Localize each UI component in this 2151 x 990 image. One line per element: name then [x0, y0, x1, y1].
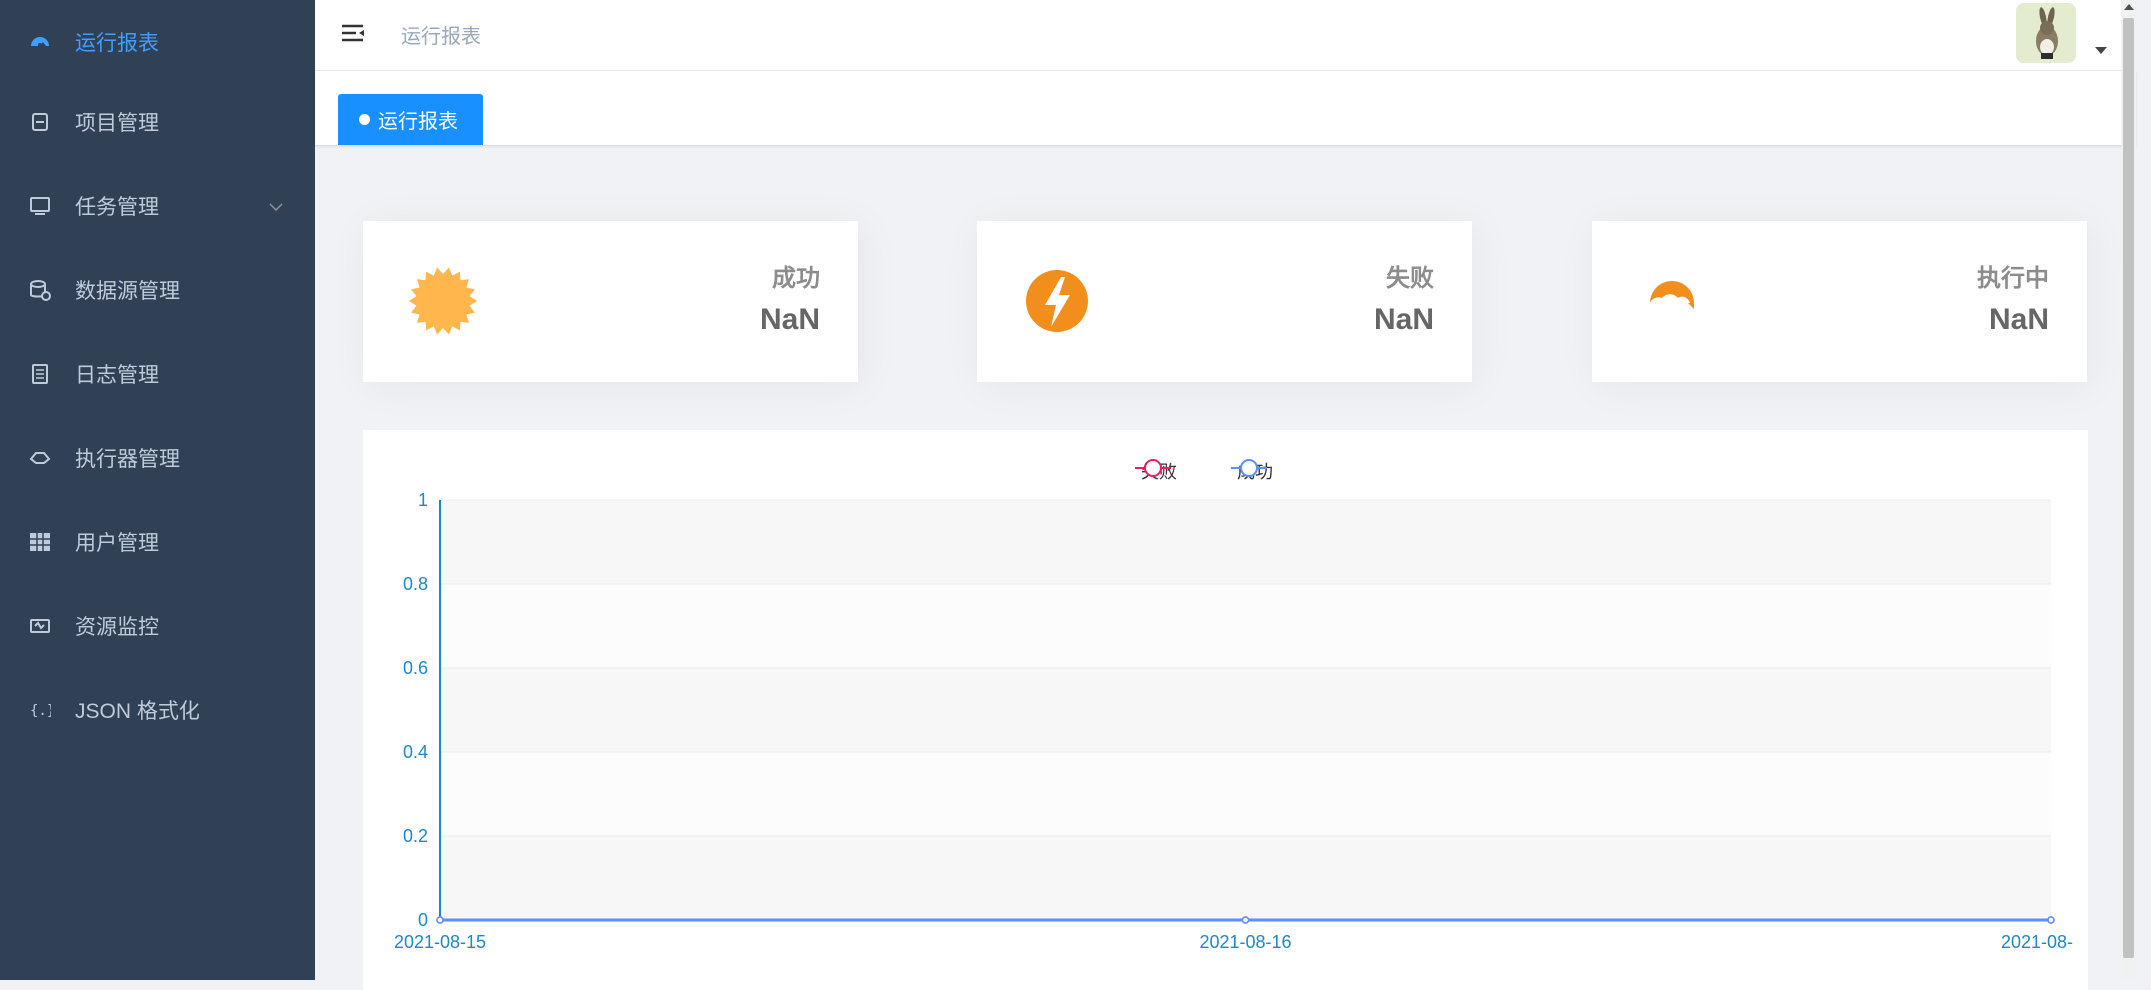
project-icon — [28, 110, 52, 134]
grid-band — [440, 836, 2051, 920]
active-dot-icon — [359, 114, 370, 125]
sidebar: 运行报表 项目管理 任务管理 数据源管理 日志管理 执行器管理 用户管理 资源监… — [0, 0, 315, 980]
sidebar-item-executors[interactable]: 执行器管理 — [0, 416, 315, 500]
main-content: 运行报表 运行报表 成功 NaN 失败 NaN 执行中 NaN 0 0.2 0.… — [315, 0, 2136, 990]
chevron-down-icon[interactable] — [269, 194, 283, 218]
sidebar-item-label: JSON 格式化 — [75, 700, 200, 723]
sidebar-item-label: 日志管理 — [75, 364, 159, 387]
sidebar-item-label: 用户管理 — [75, 532, 159, 555]
sidebar-item-label: 项目管理 — [75, 112, 159, 135]
data-point — [2047, 916, 2055, 924]
stat-card-running[interactable]: 执行中 NaN — [1592, 221, 2087, 382]
data-point — [436, 916, 444, 924]
y-tick-label: 0 — [418, 910, 428, 930]
y-tick-label: 0.2 — [403, 826, 428, 846]
scroll-thumb[interactable] — [2123, 18, 2134, 958]
monitor-resource-icon — [28, 614, 52, 638]
hamburger-icon[interactable] — [339, 20, 367, 48]
svg-text:{.}: {.} — [30, 703, 51, 719]
log-icon — [28, 362, 52, 386]
sidebar-item-label: 数据源管理 — [75, 280, 180, 303]
y-tick-label: 0.4 — [403, 742, 428, 762]
sidebar-item-datasource[interactable]: 数据源管理 — [0, 248, 315, 332]
sidebar-item-projects[interactable]: 项目管理 — [0, 80, 315, 164]
scroll-up-arrow-icon[interactable] — [2124, 4, 2134, 10]
y-tick-label: 0.6 — [403, 658, 428, 678]
card-value: NaN — [1988, 303, 2049, 336]
card-title: 失败 — [1386, 265, 1434, 292]
monitor-icon — [28, 194, 52, 218]
tag-dashboard[interactable]: 运行报表 — [338, 94, 483, 145]
sidebar-item-label: 执行器管理 — [75, 448, 180, 471]
avatar[interactable] — [2016, 3, 2076, 63]
breadcrumb: 运行报表 — [401, 26, 481, 48]
sunset-icon — [1636, 265, 1708, 337]
grid-band — [440, 584, 2051, 668]
sidebar-item-label: 任务管理 — [75, 196, 159, 219]
navbar: 运行报表 — [315, 0, 2136, 71]
sidebar-item-logs[interactable]: 日志管理 — [0, 332, 315, 416]
sidebar-item-dashboard[interactable]: 运行报表 — [0, 0, 315, 84]
x-tick-label: 2021-08- — [2001, 932, 2073, 952]
card-value: NaN — [1373, 303, 1434, 336]
x-tick-label: 2021-08-15 — [394, 932, 486, 952]
card-value: NaN — [759, 303, 820, 336]
caret-down-icon[interactable] — [2095, 42, 2107, 60]
table-icon — [28, 530, 52, 554]
grid-band — [440, 500, 2051, 584]
stat-card-failure[interactable]: 失败 NaN — [977, 221, 1472, 382]
json-icon: {.} — [28, 698, 52, 722]
executor-icon — [28, 446, 52, 470]
y-tick-label: 0.8 — [403, 574, 428, 594]
card-title: 执行中 — [1977, 265, 2049, 292]
scrollbar[interactable] — [2121, 0, 2136, 980]
sidebar-item-tasks[interactable]: 任务管理 — [0, 164, 315, 248]
grid-band — [440, 668, 2051, 752]
y-tick-label: 1 — [418, 490, 428, 510]
sun-icon — [407, 265, 479, 337]
sidebar-item-label: 运行报表 — [75, 32, 159, 55]
lightning-icon — [1021, 265, 1093, 337]
sidebar-item-users[interactable]: 用户管理 — [0, 500, 315, 584]
dashboard-icon — [28, 30, 52, 54]
chart-panel: 失败 成功 00.20.40.60.812021-08-152021-08-16… — [363, 430, 2088, 990]
data-point — [1241, 916, 1250, 924]
sidebar-item-label: 资源监控 — [75, 616, 159, 639]
grid-band — [440, 752, 2051, 836]
x-tick-label: 2021-08-16 — [1199, 932, 1291, 952]
database-icon — [28, 278, 52, 302]
sidebar-item-resource-monitor[interactable]: 资源监控 — [0, 584, 315, 668]
stat-card-success[interactable]: 成功 NaN — [363, 221, 858, 382]
sidebar-item-json-format[interactable]: {.} JSON 格式化 — [0, 668, 315, 752]
card-title: 成功 — [772, 265, 820, 292]
tag-label: 运行报表 — [378, 111, 458, 133]
line-chart: 0 0.2 0.4 0.6 0.8 1 2021-08-15 2021-08-16 2021-0… — [394, 490, 2073, 952]
tags-view: 运行报表 — [315, 71, 2136, 146]
